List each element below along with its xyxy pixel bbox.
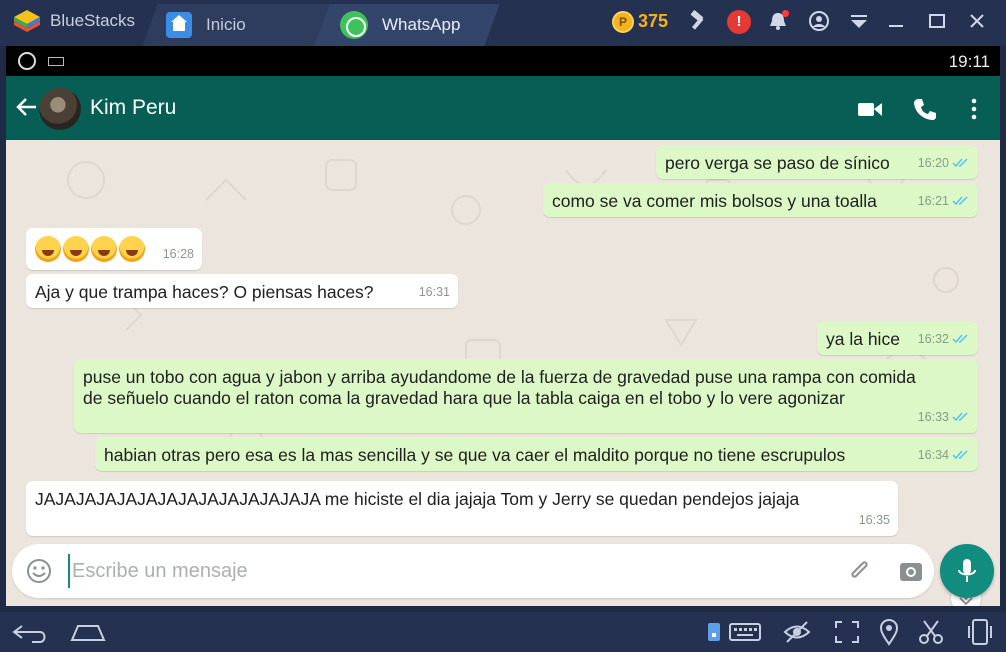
bluestacks-logo-icon: [14, 10, 40, 32]
notification-dot: [782, 10, 789, 17]
contact-name[interactable]: Kim Peru: [90, 96, 176, 120]
device-icon[interactable]: [703, 618, 725, 646]
tab-inicio[interactable]: Inicio: [166, 4, 246, 46]
whatsapp-icon: [340, 11, 368, 39]
maximize-icon[interactable]: [925, 10, 949, 34]
rolling-laughing-emoji-icon: [91, 236, 117, 262]
read-ticks-icon: [952, 334, 968, 344]
camera-icon[interactable]: [898, 559, 924, 583]
message-time: 16:21: [917, 194, 949, 208]
alert-icon[interactable]: !: [727, 10, 751, 34]
message-time: 16:32: [917, 332, 949, 346]
read-ticks-icon: [952, 158, 968, 168]
coin-icon[interactable]: P: [612, 11, 634, 33]
message-meta: 16:20: [918, 153, 970, 174]
status-bar: 19:11: [6, 46, 1000, 76]
home-icon: [166, 12, 192, 38]
voice-record-button[interactable]: [940, 544, 994, 598]
message-text: habian otras pero esa es la mas sencilla…: [104, 445, 846, 465]
contact-avatar[interactable]: [39, 88, 81, 130]
coin-balance[interactable]: 375: [638, 11, 668, 32]
bluestacks-title-bar: BlueStacks Inicio WhatsApp P 375 !: [0, 0, 1006, 46]
message-list[interactable]: pero verga se paso de sínico 16:20 como …: [6, 140, 1000, 606]
read-ticks-icon: [952, 412, 968, 422]
phone-call-icon[interactable]: [912, 96, 938, 122]
message-meta: 16:32: [918, 329, 970, 350]
account-icon[interactable]: [807, 10, 831, 34]
attach-icon[interactable]: [847, 558, 873, 584]
rolling-laughing-emoji-icon: [35, 236, 61, 262]
message-outgoing[interactable]: pero verga se paso de sínico 16:20: [656, 145, 978, 179]
message-meta: 16:21: [918, 191, 970, 212]
keyboard-nav-icon[interactable]: [728, 618, 762, 646]
message-outgoing[interactable]: como se va comer mis bolsos y una toalla…: [543, 183, 978, 217]
message-outgoing[interactable]: habian otras pero esa es la mas sencilla…: [95, 437, 978, 471]
chat-header: Kim Peru: [6, 76, 1000, 140]
message-text: puse un tobo con agua y jabon y arriba a…: [83, 367, 916, 408]
overflow-menu-icon[interactable]: [961, 96, 987, 122]
microphone-icon: [958, 559, 976, 582]
message-text: Aja y que trampa haces? O piensas haces?: [35, 282, 374, 302]
whatsapp-notification-icon: [18, 52, 36, 70]
message-input[interactable]: [68, 554, 768, 588]
read-ticks-icon: [952, 450, 968, 460]
rotate-device-icon[interactable]: [965, 618, 995, 646]
message-text: ya la hice: [826, 329, 900, 349]
back-icon[interactable]: [10, 618, 50, 646]
status-time: 19:11: [948, 52, 990, 71]
message-incoming[interactable]: JAJAJAJAJAJAJAJAJAJAJAJAJAJA me hiciste …: [26, 481, 898, 536]
minimize-icon[interactable]: [884, 10, 908, 34]
tab-whatsapp[interactable]: WhatsApp: [340, 4, 460, 46]
message-incoming[interactable]: Aja y que trampa haces? O piensas haces?…: [26, 274, 458, 308]
message-time: 16:35: [858, 513, 890, 527]
eye-hidden-icon[interactable]: [782, 618, 812, 646]
video-call-icon[interactable]: [857, 96, 883, 122]
home-nav-icon[interactable]: [68, 618, 108, 646]
tab-inicio-label: Inicio: [206, 15, 246, 34]
message-time: 16:33: [917, 410, 949, 424]
message-meta: 16:34: [918, 445, 970, 466]
bluestacks-nav-bar: [0, 612, 1006, 652]
back-arrow-icon[interactable]: [14, 94, 40, 120]
tab-whatsapp-label: WhatsApp: [382, 15, 461, 34]
message-text: como se va comer mis bolsos y una toalla: [552, 191, 877, 211]
hammer-icon[interactable]: [686, 10, 710, 34]
emoji-picker-icon[interactable]: [26, 558, 52, 584]
scissors-icon[interactable]: [916, 618, 946, 646]
rolling-laughing-emoji-icon: [119, 236, 145, 262]
close-icon[interactable]: [965, 10, 989, 34]
message-text: pero verga se paso de sínico: [665, 153, 890, 173]
message-incoming[interactable]: 16:28: [26, 228, 202, 270]
message-time: 16:20: [917, 156, 949, 170]
fullscreen-icon[interactable]: [832, 618, 862, 646]
message-text: JAJAJAJAJAJAJAJAJAJAJAJAJAJA me hiciste …: [35, 489, 800, 509]
message-composer: [12, 544, 934, 598]
message-time: 16:28: [162, 247, 194, 261]
menu-dropdown-icon[interactable]: [847, 10, 871, 34]
bell-icon[interactable]: [766, 10, 790, 34]
message-time: 16:31: [418, 285, 450, 299]
message-time: 16:34: [917, 448, 949, 462]
message-meta: 16:33: [918, 407, 970, 428]
keyboard-icon: [48, 57, 64, 66]
message-outgoing[interactable]: puse un tobo con agua y jabon y arriba a…: [74, 359, 978, 433]
bluestacks-app-name: BlueStacks: [50, 11, 136, 30]
location-icon[interactable]: [874, 618, 904, 646]
android-screen: 19:11 Kim Peru pero verga se paso de sín…: [6, 46, 1000, 606]
read-ticks-icon: [952, 196, 968, 206]
message-outgoing[interactable]: ya la hice 16:32: [817, 321, 978, 355]
rolling-laughing-emoji-icon: [63, 236, 89, 262]
